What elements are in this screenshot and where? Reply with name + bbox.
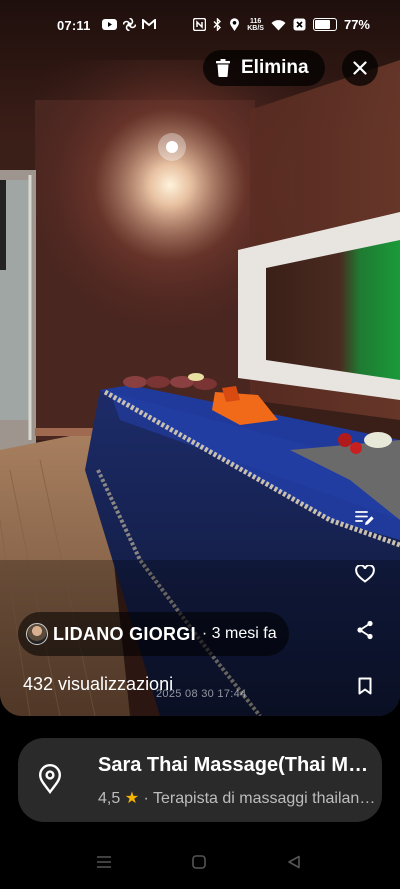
delete-label: Elimina [241, 57, 309, 78]
place-card[interactable]: Sara Thai Massage(Thai Massage... 4,5 ★ … [18, 738, 382, 822]
author-name: LIDANO GIORGI [53, 623, 196, 644]
close-icon [353, 61, 367, 75]
battery-percent: 77% [343, 17, 370, 32]
author-chip[interactable]: LIDANO GIORGI · 3 mesi fa [18, 612, 289, 656]
home-icon[interactable] [192, 855, 206, 869]
heart-icon [355, 565, 375, 583]
network-speed: 116 KB/S [247, 18, 264, 32]
youtube-icon [102, 19, 117, 30]
wifi-icon [271, 19, 286, 30]
place-name: Sara Thai Massage(Thai Massage... [98, 754, 378, 776]
like-button[interactable] [347, 556, 383, 592]
system-nav-bar [0, 845, 400, 885]
side-actions [347, 500, 383, 724]
place-category: · Terapista di massaggi thailandesi [143, 790, 379, 807]
view-count: 432 visualizzazioni [23, 674, 174, 694]
nfc-icon [193, 18, 207, 31]
place-details: 4,5 ★ · Terapista di massaggi thailandes… [98, 788, 378, 808]
location-icon [230, 18, 240, 31]
post-time: · 3 mesi fa [201, 625, 277, 642]
share-button[interactable] [347, 612, 383, 648]
net-speed-value: 116 [249, 17, 262, 25]
mail-icon [142, 19, 156, 29]
close-button[interactable] [342, 50, 378, 86]
avatar [26, 623, 48, 645]
system-icons: 116 KB/S 77% [193, 17, 370, 32]
edit-button[interactable] [347, 500, 383, 536]
save-button[interactable] [347, 668, 383, 704]
sim-off-icon [293, 18, 306, 31]
location-pin-icon [38, 764, 62, 794]
bluetooth-icon [213, 18, 222, 31]
star-icon: ★ [124, 790, 140, 807]
review-photo [0, 0, 400, 716]
menu-icon[interactable] [96, 855, 112, 869]
net-speed-unit: KB/S [247, 24, 264, 32]
status-bar: 07:11 116 KB/S 77% [0, 0, 400, 52]
bookmark-icon [358, 677, 372, 695]
trash-icon [216, 59, 230, 77]
status-time: 07:11 [57, 18, 91, 33]
place-rating: 4,5 [98, 790, 121, 807]
notification-icons [102, 18, 156, 31]
back-icon[interactable] [287, 855, 301, 869]
fan-icon [123, 18, 136, 31]
delete-button[interactable]: Elimina [203, 50, 325, 86]
battery-icon [312, 18, 337, 31]
share-icon [357, 620, 373, 640]
edit-note-icon [355, 511, 374, 525]
